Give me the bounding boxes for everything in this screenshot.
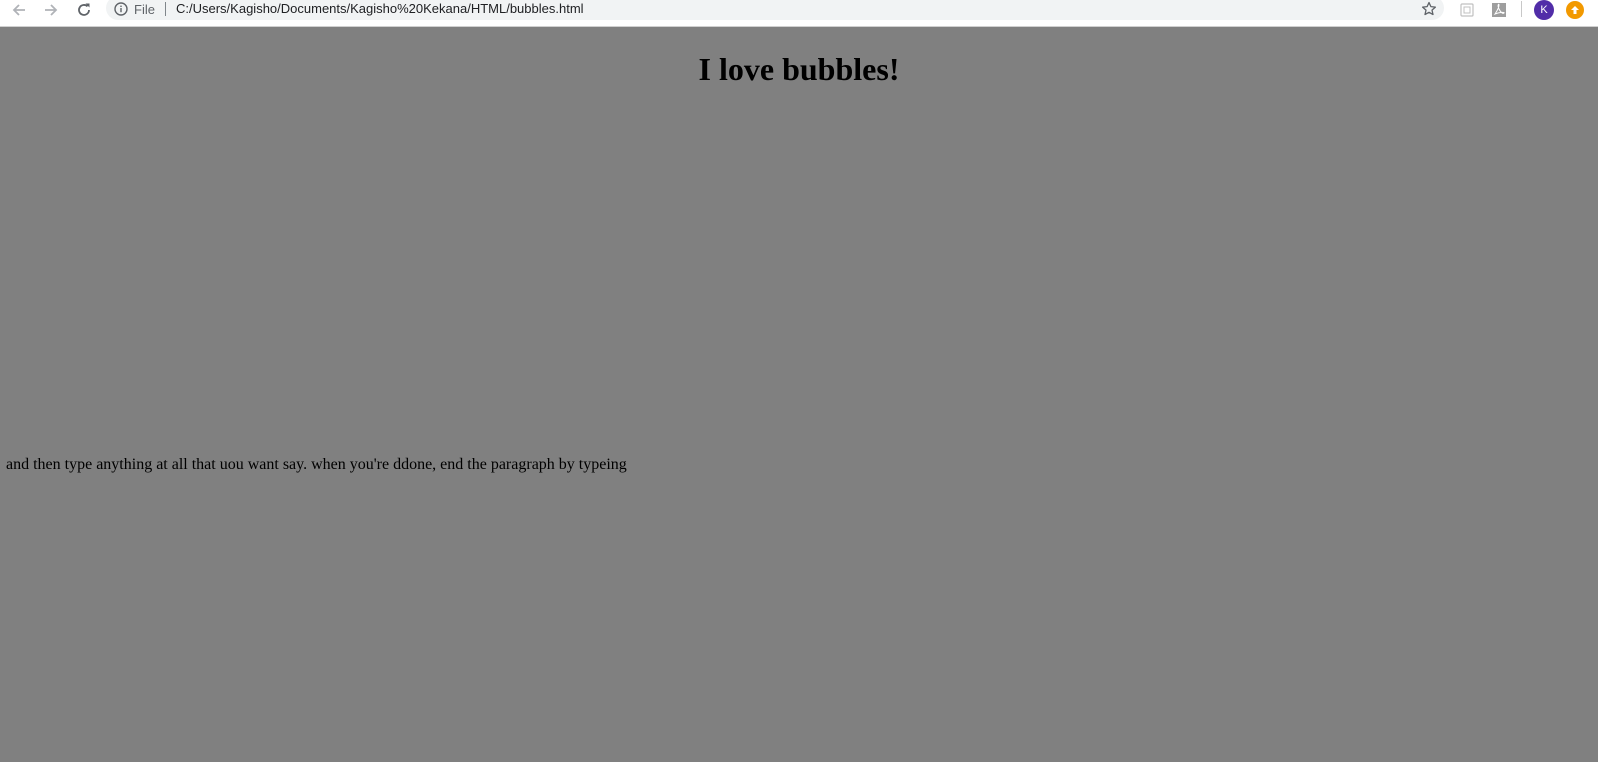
page-heading: I love bubbles! bbox=[698, 51, 900, 87]
bookmark-button[interactable] bbox=[1420, 0, 1438, 18]
url-text[interactable]: C:/Users/Kagisho/Documents/Kagisho%20Kek… bbox=[176, 0, 584, 18]
browser-toolbar: File C:/Users/Kagisho/Documents/Kagisho%… bbox=[0, 0, 1598, 27]
omnibox-divider bbox=[164, 2, 166, 16]
arrow-left-icon bbox=[12, 4, 25, 16]
document-extension-icon bbox=[1460, 3, 1474, 17]
update-arrow-icon bbox=[1571, 6, 1579, 14]
toolbar-divider bbox=[1521, 1, 1522, 17]
reload-button[interactable] bbox=[71, 0, 97, 20]
info-icon bbox=[114, 2, 128, 16]
page-paragraph: and then type anything at all that uou w… bbox=[6, 456, 627, 473]
address-bar[interactable]: File C:/Users/Kagisho/Documents/Kagisho%… bbox=[106, 0, 1444, 20]
star-icon bbox=[1421, 1, 1437, 16]
update-button[interactable] bbox=[1566, 1, 1584, 19]
forward-button[interactable] bbox=[38, 0, 64, 20]
profile-avatar[interactable]: K bbox=[1534, 0, 1554, 20]
page-content: I love bubbles! and then type anything a… bbox=[0, 27, 1598, 762]
extension-button-2[interactable] bbox=[1489, 0, 1509, 20]
site-info-label: File bbox=[134, 1, 155, 17]
arrow-right-icon bbox=[45, 4, 58, 16]
acrobat-extension-icon bbox=[1492, 3, 1506, 17]
site-info-chip[interactable]: File bbox=[114, 0, 166, 18]
reload-icon bbox=[78, 3, 90, 16]
back-button[interactable] bbox=[6, 0, 32, 20]
extension-button-1[interactable] bbox=[1457, 0, 1477, 20]
